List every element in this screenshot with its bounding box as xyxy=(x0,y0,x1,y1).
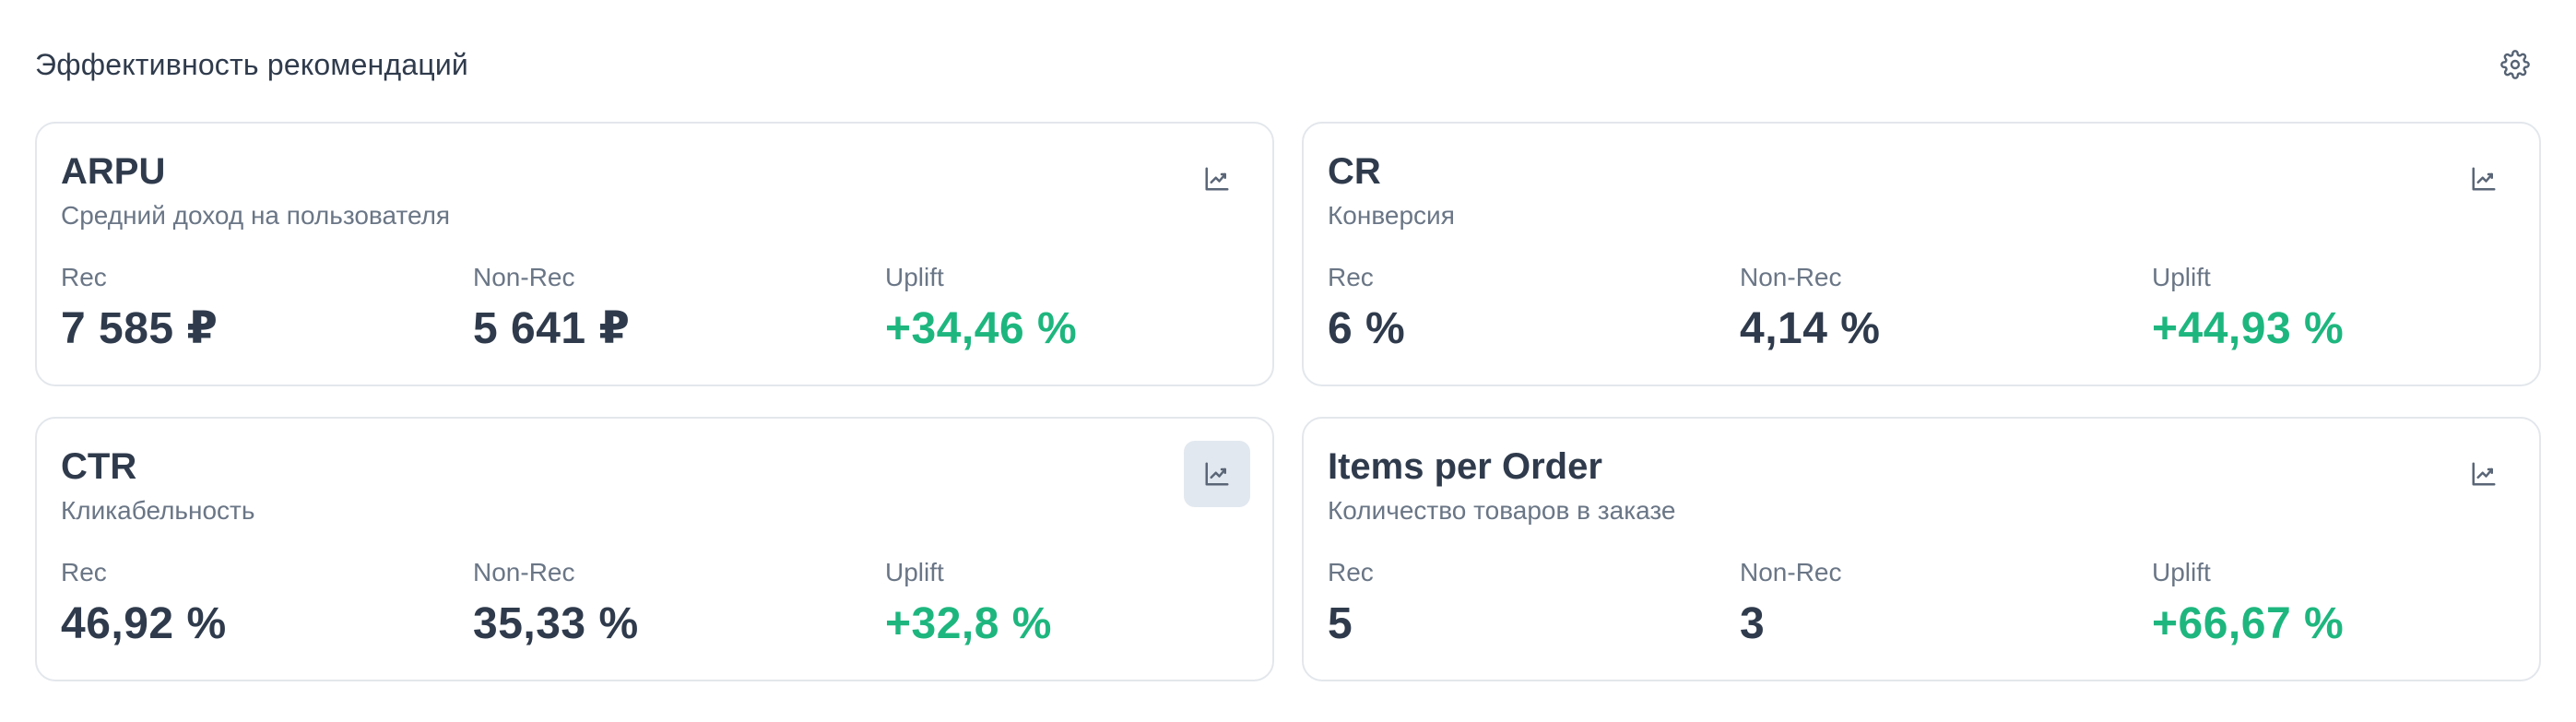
metric-label-rec: Rec xyxy=(1328,263,1374,291)
metric-value-uplift: +32,8 % xyxy=(885,599,1052,648)
metric-card-ctr: CTR Кликабельность Rec 46,92 % Non-Rec 3… xyxy=(35,417,1274,681)
metric-label-rec: Rec xyxy=(1328,558,1374,586)
recommendation-efficiency-panel: Эффективность рекомендаций ARPU Средний … xyxy=(0,0,2576,722)
chart-button-arpu[interactable] xyxy=(1184,146,1250,212)
metric-label-non-rec: Non-Rec xyxy=(1740,263,1842,291)
card-subtitle: Конверсия xyxy=(1328,201,1455,230)
metric-non-rec: Non-Rec 5 641 ₽ xyxy=(473,262,885,356)
metrics-row: Rec 7 585 ₽ Non-Rec 5 641 ₽ Uplift +34,4… xyxy=(61,262,1248,356)
metric-value-non-rec: 4,14 % xyxy=(1740,304,1881,353)
metric-label-rec: Rec xyxy=(61,263,107,291)
metrics-row: Rec 6 % Non-Rec 4,14 % Uplift +44,93 % xyxy=(1328,262,2515,356)
metric-uplift: Uplift +44,93 % xyxy=(2152,262,2515,356)
gear-icon xyxy=(2500,50,2530,79)
metric-card-arpu: ARPU Средний доход на пользователя Rec 7… xyxy=(35,122,1274,386)
metric-value-rec: 7 585 ₽ xyxy=(61,304,219,353)
metric-value-uplift: +34,46 % xyxy=(885,304,1078,353)
metric-rec: Rec 46,92 % xyxy=(61,557,473,651)
metric-value-non-rec: 35,33 % xyxy=(473,599,639,648)
metric-label-uplift: Uplift xyxy=(2152,558,2211,586)
metric-label-uplift: Uplift xyxy=(2152,263,2211,291)
trend-chart-icon xyxy=(2472,167,2496,191)
card-title: ARPU xyxy=(61,151,166,192)
metric-non-rec: Non-Rec 4,14 % xyxy=(1740,262,2152,356)
metric-value-rec: 5 xyxy=(1328,599,1353,648)
page-title: Эффективность рекомендаций xyxy=(35,47,468,81)
metric-label-rec: Rec xyxy=(61,558,107,586)
trend-chart-icon xyxy=(2472,462,2496,486)
metric-value-non-rec: 5 641 ₽ xyxy=(473,304,631,353)
metric-value-uplift: +44,93 % xyxy=(2152,304,2345,353)
trend-chart-icon xyxy=(1205,167,1229,191)
metric-label-uplift: Uplift xyxy=(885,263,944,291)
metric-value-non-rec: 3 xyxy=(1740,599,1766,648)
card-subtitle: Средний доход на пользователя xyxy=(61,201,451,230)
metric-card-cr: CR Конверсия Rec 6 % Non-Rec 4,14 % Upli… xyxy=(1302,122,2541,386)
metric-label-uplift: Uplift xyxy=(885,558,944,586)
card-subtitle: Количество товаров в заказе xyxy=(1328,496,1676,525)
trend-chart-icon xyxy=(1205,462,1229,486)
chart-button-ctr[interactable] xyxy=(1184,441,1250,507)
metric-label-non-rec: Non-Rec xyxy=(1740,558,1842,586)
metric-non-rec: Non-Rec 3 xyxy=(1740,557,2152,651)
card-subtitle: Кликабельность xyxy=(61,496,255,525)
metric-rec: Rec 6 % xyxy=(1328,262,1740,356)
metrics-row: Rec 5 Non-Rec 3 Uplift +66,67 % xyxy=(1328,557,2515,651)
metric-label-non-rec: Non-Rec xyxy=(473,558,575,586)
metric-value-rec: 6 % xyxy=(1328,304,1406,353)
settings-button[interactable] xyxy=(2489,39,2541,90)
metric-uplift: Uplift +66,67 % xyxy=(2152,557,2515,651)
card-title: CR xyxy=(1328,151,1381,192)
metric-rec: Rec 7 585 ₽ xyxy=(61,262,473,356)
card-title: CTR xyxy=(61,446,137,487)
metric-uplift: Uplift +32,8 % xyxy=(885,557,1248,651)
metric-value-uplift: +66,67 % xyxy=(2152,599,2345,648)
metric-rec: Rec 5 xyxy=(1328,557,1740,651)
metric-label-non-rec: Non-Rec xyxy=(473,263,575,291)
metrics-row: Rec 46,92 % Non-Rec 35,33 % Uplift +32,8… xyxy=(61,557,1248,651)
metric-card-items-per-order: Items per Order Количество товаров в зак… xyxy=(1302,417,2541,681)
chart-button-cr[interactable] xyxy=(2451,146,2517,212)
metric-non-rec: Non-Rec 35,33 % xyxy=(473,557,885,651)
chart-button-items-per-order[interactable] xyxy=(2451,441,2517,507)
card-title: Items per Order xyxy=(1328,446,1602,487)
metric-value-rec: 46,92 % xyxy=(61,599,227,648)
metrics-grid: ARPU Средний доход на пользователя Rec 7… xyxy=(35,122,2541,681)
panel-header: Эффективность рекомендаций xyxy=(35,37,2541,92)
metric-uplift: Uplift +34,46 % xyxy=(885,262,1248,356)
